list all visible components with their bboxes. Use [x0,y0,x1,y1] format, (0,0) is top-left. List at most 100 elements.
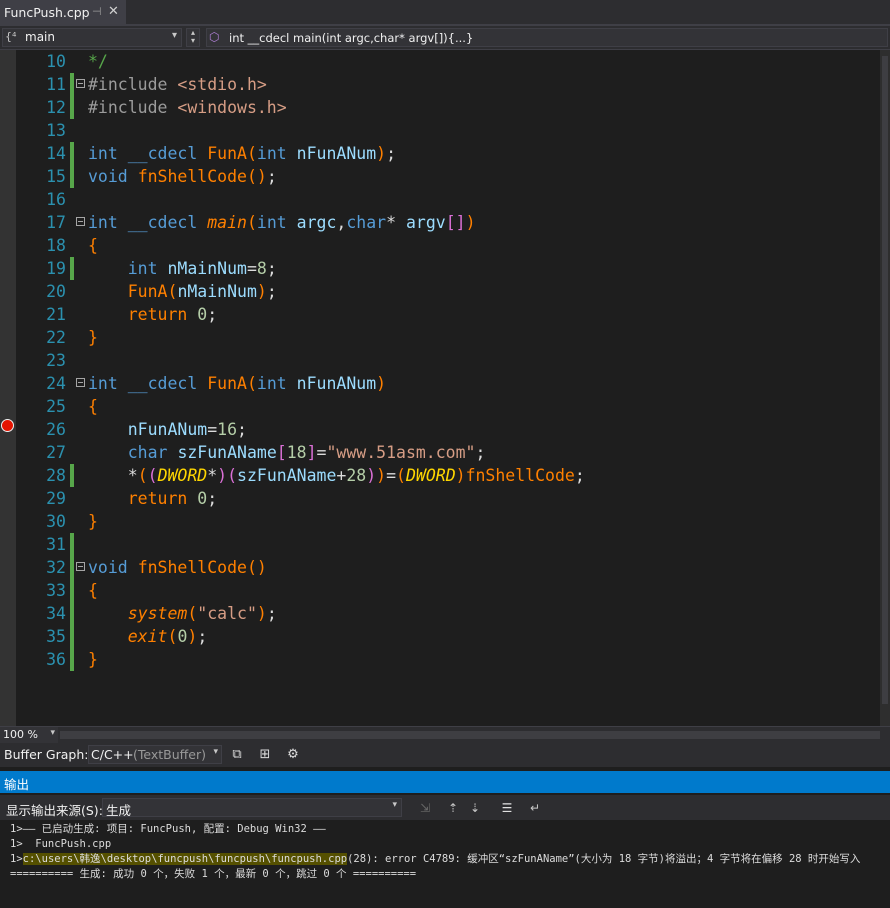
token: argc [296,213,337,232]
token: = [207,420,218,439]
scope-dropdown[interactable]: {⁴ main ▾ [2,28,182,47]
preprocessor: #include [88,75,178,94]
token: ( [167,282,178,301]
code-line: 29 return 0; [0,487,880,510]
buffer-graph-dropdown[interactable]: C/C++ (TextBuffer) ▾ [88,745,222,764]
member-dropdown[interactable]: ⬡ int __cdecl main(int argc,char* argv[]… [206,28,888,47]
code-text: char szFunAName[18]="www.51asm.com"; [88,441,486,464]
chevron-down-icon: ▾ [50,728,55,738]
code-line: 16 [0,188,880,211]
code-line: 15 void fnShellCode(); [0,165,880,188]
code-text: nFunANum=16; [88,418,247,441]
next-message-icon[interactable]: ⇣ [466,799,484,817]
token: ( [246,374,257,393]
include-path: <windows.h> [177,98,287,117]
code-editor[interactable]: 10 */ 11 #include <stdio.h> 12 #include … [0,50,880,726]
token: ) [187,627,198,646]
line-number: 13 [46,121,66,140]
line-number: 24 [46,374,66,393]
graph-view-icon[interactable]: ⧉ [228,746,246,764]
change-marker [70,602,74,625]
pin-icon[interactable]: ⊣ [92,5,102,18]
token: * [386,213,406,232]
horizontal-scrollbar[interactable] [60,731,880,739]
split-updown-button[interactable]: ▴ ▾ [186,28,200,47]
zoom-dropdown[interactable]: 100 % ▾ [0,727,58,743]
token: int [88,144,118,163]
token: ) [465,213,476,232]
error-file-link[interactable]: c:\users\韩逸\desktop\funcpush\funcpush\fu… [22,853,348,865]
token: * [127,466,138,485]
output-panel-title[interactable]: 输出 [0,771,890,793]
code-text: void fnShellCode(); [88,165,277,188]
line-number: 35 [46,627,66,646]
token: = [246,259,257,278]
code-text: { [88,395,98,418]
token: FunA [127,282,168,301]
tab-funcpush-cpp[interactable]: FuncPush.cpp ⊣ ✕ [0,0,126,24]
chevron-down-icon: ▾ [213,747,218,757]
code-line: 27 char szFunAName[18]="www.51asm.com"; [0,441,880,464]
token: ; [207,305,218,324]
token: , [336,213,347,232]
code-line: 34 system("calc"); [0,602,880,625]
buffer-graph-label: Buffer Graph: [4,747,89,762]
token: } [88,650,98,669]
collapse-icon[interactable] [76,217,85,226]
token: 0 [177,627,188,646]
token: ) [455,466,466,485]
token: nFunANum [127,420,208,439]
token: ; [197,627,208,646]
member-label: int __cdecl main(int argc,char* argv[]){… [229,31,474,45]
collapse-icon[interactable] [76,79,85,88]
line-number: 34 [46,604,66,623]
token: fnShellCode [465,466,575,485]
token: szFunAName [177,443,277,462]
scope-icon: {⁴ [5,30,17,43]
line-number: 16 [46,190,66,209]
previous-message-icon[interactable]: ⇡ [444,799,462,817]
token: char [127,443,168,462]
include-path: <stdio.h> [177,75,267,94]
clear-all-icon[interactable]: ☰ [498,799,516,817]
line-number: 20 [46,282,66,301]
token: 0 [197,489,208,508]
token: ; [237,420,247,439]
error-message: (28): error C4789: 缓冲区“szFunAName”(大小为 1… [347,853,861,865]
code-line: 26 nFunANum=16; [0,418,880,441]
output-text-area[interactable]: 1>—— 已启动生成: 项目: FuncPush, 配置: Debug Win3… [0,820,890,908]
line-number: 27 [46,443,66,462]
code-text: void fnShellCode() [88,556,267,579]
vertical-scrollbar-thumb[interactable] [882,56,888,704]
code-line: 10 */ [0,50,880,73]
token: ; [386,144,397,163]
goto-location-icon[interactable]: ⇲ [416,799,434,817]
line-number: 29 [46,489,66,508]
output-source-dropdown[interactable]: 生成 ▾ [102,798,402,818]
output-line: 1>—— 已启动生成: 项目: FuncPush, 配置: Debug Win3… [10,823,326,835]
token: ; [266,167,277,186]
token: ( [246,144,257,163]
collapse-icon[interactable] [76,378,85,387]
output-line: 1> FuncPush.cpp [10,838,112,850]
collapse-icon[interactable] [76,562,85,571]
chevron-down-icon: ▾ [392,800,397,810]
line-number: 23 [46,351,66,370]
token: 16 [217,420,238,439]
chevron-down-icon: ▾ [171,30,177,41]
token: FunA [207,144,247,163]
graph-split-icon[interactable]: ⊞ [256,746,274,764]
close-icon[interactable]: ✕ [108,4,119,19]
code-line: 18 { [0,234,880,257]
token: DWORD [157,466,208,485]
token: int [127,259,158,278]
token: 8 [256,259,267,278]
word-wrap-icon[interactable]: ↵ [526,799,544,817]
graph-tree-icon[interactable]: ⚙ [284,746,302,764]
line-number: 30 [46,512,66,531]
change-marker [70,142,74,165]
